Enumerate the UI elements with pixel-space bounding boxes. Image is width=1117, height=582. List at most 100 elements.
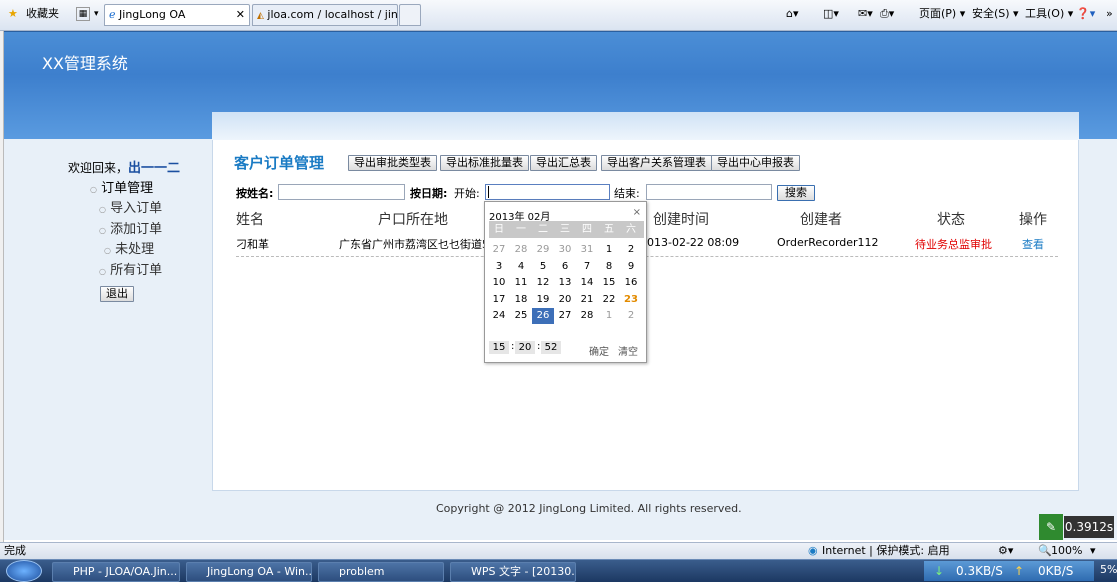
new-tab-button[interactable] — [399, 4, 421, 26]
leaf-icon: ✎ — [1039, 514, 1063, 540]
security-icon[interactable]: ⚙▾ — [998, 543, 1013, 559]
home-icon[interactable]: ⌂▾ — [786, 6, 799, 22]
quick-tabs-icon[interactable]: ▦ — [76, 7, 90, 21]
page-menu[interactable]: 页面(P) ▾ — [919, 6, 965, 22]
search-name-label: 按姓名: — [236, 187, 274, 200]
calendar-day[interactable]: 27 — [554, 308, 576, 324]
calendar-day[interactable]: 27 — [488, 242, 510, 258]
calendar-day[interactable]: 26 — [532, 308, 554, 324]
sidebar-item-unprocessed[interactable]: ○ 未处理 — [104, 238, 154, 257]
col-creator: 创建者 — [800, 212, 842, 228]
row-divider — [236, 256, 1058, 257]
col-status: 状态 — [937, 212, 965, 228]
start-date-input[interactable] — [485, 184, 610, 200]
calendar-day[interactable]: 10 — [488, 275, 510, 291]
calendar-day[interactable]: 1 — [598, 308, 620, 324]
start-label: 开始: — [454, 187, 480, 200]
tab-label: JingLong OA — [119, 8, 186, 21]
upload-speed: 0KB/S — [1038, 564, 1074, 578]
favorites-button[interactable]: 收藏夹 — [26, 6, 59, 22]
col-address: 户口所在地 — [378, 212, 448, 228]
calendar-day[interactable]: 4 — [510, 259, 532, 275]
zoom-level[interactable]: 100% — [1051, 543, 1082, 559]
calendar-day[interactable]: 28 — [576, 308, 598, 324]
taskbar-item-oa[interactable]: JingLong OA - Win... — [186, 562, 312, 582]
col-action: 操作 — [1019, 212, 1047, 228]
sidebar-item-add[interactable]: ○ 添加订单 — [99, 218, 162, 237]
export-batch-button[interactable]: 导出标准批量表 — [440, 155, 529, 171]
taskbar-item-wps[interactable]: WPS 文字 - [20130... — [450, 562, 576, 582]
calendar-day[interactable]: 21 — [576, 292, 598, 308]
view-link[interactable]: 查看 — [1022, 236, 1044, 252]
calendar-day[interactable]: 3 — [488, 259, 510, 275]
close-icon[interactable]: × — [633, 207, 641, 218]
export-approval-button[interactable]: 导出审批类型表 — [348, 155, 437, 171]
export-center-button[interactable]: 导出中心申报表 — [711, 155, 800, 171]
tools-menu[interactable]: 工具(O) ▾ — [1025, 6, 1073, 22]
calendar-day[interactable]: 19 — [532, 292, 554, 308]
calendar-day[interactable]: 13 — [554, 275, 576, 291]
logout-button[interactable]: 退出 — [100, 286, 134, 302]
start-button[interactable] — [6, 560, 42, 582]
sidebar-item-all[interactable]: ○ 所有订单 — [99, 259, 162, 278]
tab-label: jloa.com / localhost / jin... — [267, 8, 398, 21]
export-crm-button[interactable]: 导出客户关系管理表 — [601, 155, 712, 171]
search-button[interactable]: 搜索 — [777, 185, 815, 201]
sidebar-item-order-management[interactable]: ○ 订单管理 — [90, 177, 153, 196]
calendar-day[interactable]: 28 — [510, 242, 532, 258]
mail-icon[interactable]: ✉▾ — [858, 6, 873, 22]
calendar-day[interactable]: 7 — [576, 259, 598, 275]
calendar-day[interactable]: 20 — [554, 292, 576, 308]
star-icon[interactable]: ★ — [8, 6, 18, 22]
calendar-day[interactable]: 9 — [620, 259, 642, 275]
status-done: 完成 — [4, 544, 26, 557]
hour-input[interactable]: 15 — [489, 341, 509, 354]
calendar-day[interactable]: 8 — [598, 259, 620, 275]
calendar-day[interactable]: 15 — [598, 275, 620, 291]
close-tab-icon[interactable]: ✕ — [236, 5, 245, 25]
upload-arrow-icon: ↑ — [1014, 564, 1025, 578]
calendar-day[interactable]: 2 — [620, 308, 642, 324]
export-summary-button[interactable]: 导出汇总表 — [530, 155, 597, 171]
tab-jinglong-oa[interactable]: ℯ JingLong OA ✕ — [104, 4, 250, 26]
calendar-day[interactable]: 17 — [488, 292, 510, 308]
tab-list-icon[interactable]: ▾ — [94, 6, 99, 22]
calendar-day[interactable]: 18 — [510, 292, 532, 308]
tab-jloa[interactable]: ◭ jloa.com / localhost / jin... — [252, 4, 398, 26]
minute-input[interactable]: 20 — [515, 341, 535, 354]
clear-button[interactable]: 清空 — [618, 343, 638, 358]
calendar-day[interactable]: 22 — [598, 292, 620, 308]
calendar-day[interactable]: 23 — [620, 292, 642, 308]
end-date-input[interactable] — [646, 184, 772, 200]
calendar-day[interactable]: 1 — [598, 242, 620, 258]
calendar-day[interactable]: 2 — [620, 242, 642, 258]
calendar-day[interactable]: 30 — [554, 242, 576, 258]
copyright: Copyright @ 2012 JingLong Limited. All r… — [436, 502, 742, 515]
chevron-more-icon[interactable]: » — [1106, 6, 1113, 22]
taskbar-item-php[interactable]: PHP - JLOA/OA.Jin... — [52, 562, 180, 582]
print-icon[interactable]: ⎙▾ — [880, 6, 894, 22]
safety-menu[interactable]: 安全(S) ▾ — [972, 6, 1019, 22]
help-menu[interactable]: ❓▾ — [1076, 6, 1095, 22]
calendar-day[interactable]: 24 — [488, 308, 510, 324]
second-input[interactable]: 52 — [541, 341, 561, 354]
weekday-label: 日 — [494, 224, 504, 235]
taskbar-item-problem[interactable]: problem — [318, 562, 444, 582]
page-title: 客户订单管理 — [234, 154, 325, 172]
calendar-day[interactable]: 14 — [576, 275, 598, 291]
zoom-menu-icon[interactable]: ▾ — [1090, 543, 1096, 559]
calendar-day[interactable]: 11 — [510, 275, 532, 291]
feeds-icon[interactable]: ◫▾ — [823, 6, 839, 22]
calendar-day[interactable]: 16 — [620, 275, 642, 291]
name-search-input[interactable] — [278, 184, 405, 200]
sidebar-item-import[interactable]: ○ 导入订单 — [99, 197, 162, 216]
calendar-day[interactable]: 29 — [532, 242, 554, 258]
calendar-day[interactable]: 5 — [532, 259, 554, 275]
calendar-day[interactable]: 25 — [510, 308, 532, 324]
welcome-label: 欢迎回来， — [68, 161, 129, 175]
calendar-day[interactable]: 31 — [576, 242, 598, 258]
zone-status[interactable]: Internet | 保护模式: 启用 — [822, 543, 950, 559]
confirm-button[interactable]: 确定 — [589, 343, 609, 358]
calendar-day[interactable]: 6 — [554, 259, 576, 275]
calendar-day[interactable]: 12 — [532, 275, 554, 291]
